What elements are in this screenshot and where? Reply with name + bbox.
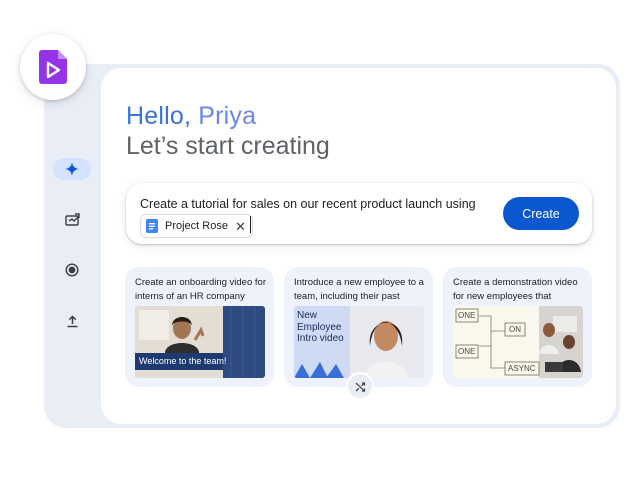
sidebar-item-record[interactable] [53,259,91,281]
diagram-label: ONE [458,347,476,356]
thumbnail-caption: Welcome to the team! [139,356,227,366]
sparkle-icon [65,162,79,176]
suggestion-card-demo[interactable]: Create a demonstration video for new emp… [443,267,592,387]
page-subheading: Let’s start creating [126,132,330,160]
shuffle-suggestions-button[interactable] [348,374,372,398]
suggestion-card-intro[interactable]: Introduce a new employee to a team, incl… [284,267,433,387]
shuffle-icon [355,381,365,392]
template-icon [64,212,80,226]
suggestion-card-onboarding[interactable]: Create an onboarding video for interns o… [125,267,274,387]
sidebar-item-upload[interactable] [53,310,91,332]
create-button[interactable]: Create [503,197,579,230]
remove-chip-icon[interactable]: ✕ [235,220,246,233]
prompt-input[interactable]: Create a tutorial for sales on our recen… [126,183,592,244]
greeting-hello: Hello, [126,102,192,130]
diagram-label: ASYNC [508,364,536,373]
prompt-text[interactable]: Create a tutorial for sales on our recen… [140,197,476,211]
suggestion-text: Create an onboarding video for interns o… [135,277,266,302]
upload-icon [67,314,77,327]
thumbnail-title: New Employee Intro video [297,310,344,344]
attached-doc-chip[interactable]: Project Rose ✕ [140,214,253,238]
vids-app-icon [39,50,67,84]
diagram-label: ON [509,325,521,334]
demo-thumbnail: ONE ON ONE ASYNC [453,306,583,378]
onboarding-thumbnail: Welcome to the team! [135,306,265,378]
greeting: Hello, Priya [126,101,256,131]
app-logo [20,34,86,100]
chip-label: Project Rose [165,220,228,232]
docs-icon [146,219,158,233]
diagram-label: ONE [458,311,476,320]
sidebar-item-create[interactable] [53,158,91,180]
intro-thumbnail: New Employee Intro video [294,306,424,378]
greeting-name: Priya [198,102,257,130]
record-icon [65,263,79,277]
sidebar-item-templates[interactable] [53,208,91,230]
text-cursor [250,216,251,233]
